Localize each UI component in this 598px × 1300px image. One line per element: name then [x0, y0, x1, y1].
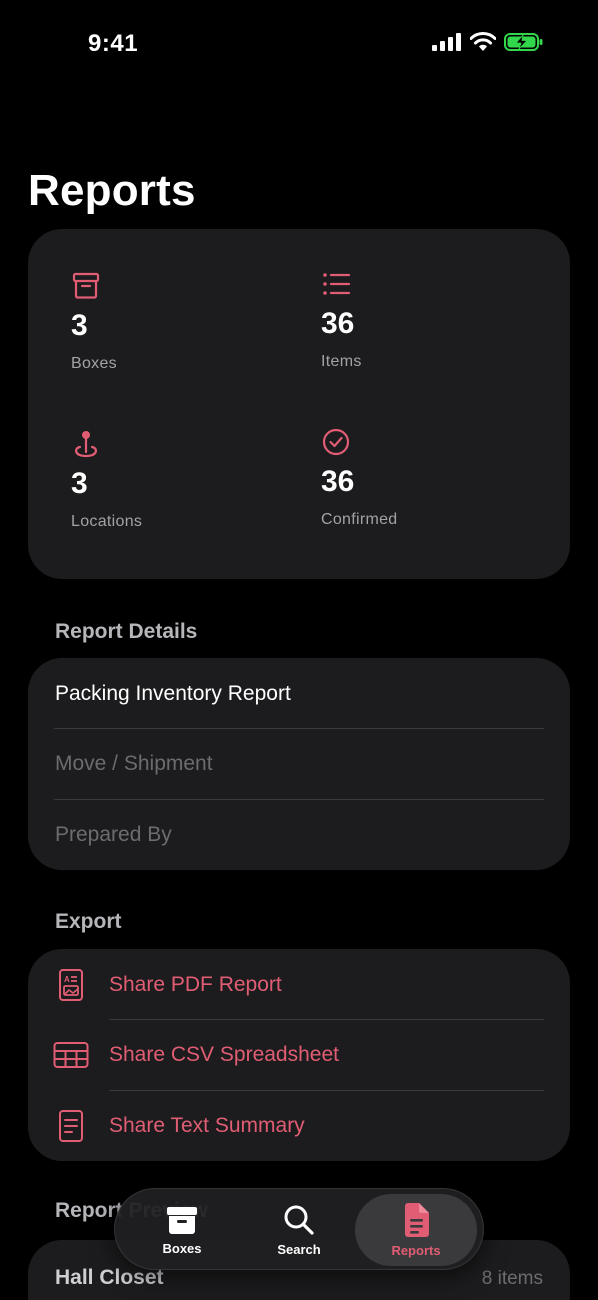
- tab-reports-label: Reports: [391, 1242, 441, 1258]
- tab-boxes[interactable]: Boxes: [121, 1194, 243, 1266]
- wifi-icon: [470, 32, 496, 51]
- share-csv-button[interactable]: Share CSV Spreadsheet: [28, 1020, 570, 1090]
- report-title-value: Packing Inventory Report: [55, 682, 291, 705]
- prepared-by-field[interactable]: Prepared By: [28, 800, 570, 870]
- status-icons: [432, 32, 544, 52]
- share-pdf-button[interactable]: A Share PDF Report: [28, 950, 570, 1020]
- stat-boxes-value: 3: [71, 309, 88, 342]
- share-pdf-label: Share PDF Report: [109, 973, 282, 996]
- preview-item-count: 8 items: [481, 1268, 543, 1289]
- archive-box-icon: [72, 272, 100, 299]
- tab-bar: Boxes Search Reports: [114, 1188, 484, 1270]
- stat-confirmed-label: Confirmed: [321, 511, 398, 528]
- stat-boxes-label: Boxes: [71, 355, 117, 372]
- share-text-button[interactable]: Share Text Summary: [28, 1091, 570, 1161]
- prepared-by-placeholder: Prepared By: [55, 823, 172, 846]
- preview-location-name: Hall Closet: [55, 1266, 164, 1289]
- stat-items: 36 Items: [321, 269, 541, 371]
- location-pin-icon: [75, 431, 97, 458]
- share-text-label: Share Text Summary: [109, 1114, 305, 1137]
- page-title: Reports: [28, 166, 196, 215]
- stat-items-value: 36: [321, 307, 355, 340]
- list-icon: [323, 273, 351, 295]
- stats-card: 3 Boxes 36 Items 3 Locations 36 Confirme…: [28, 229, 570, 579]
- stat-confirmed: 36 Confirmed: [321, 427, 541, 529]
- stat-locations-value: 3: [71, 467, 88, 500]
- stat-confirmed-value: 36: [321, 465, 355, 498]
- search-icon: [284, 1205, 314, 1235]
- stat-items-label: Items: [321, 353, 362, 370]
- status-bar: 9:41: [0, 0, 598, 90]
- status-time: 9:41: [88, 30, 139, 57]
- export-heading: Export: [55, 910, 122, 933]
- stat-locations-label: Locations: [71, 513, 143, 530]
- svg-text:A: A: [64, 975, 70, 984]
- archive-box-icon: [167, 1206, 197, 1234]
- pdf-document-icon: A: [52, 966, 90, 1004]
- share-csv-label: Share CSV Spreadsheet: [109, 1043, 339, 1066]
- move-shipment-field[interactable]: Move / Shipment: [28, 729, 570, 799]
- report-details-card: Packing Inventory Report Move / Shipment…: [28, 658, 570, 870]
- stat-boxes: 3 Boxes: [71, 271, 291, 373]
- stat-locations: 3 Locations: [71, 429, 291, 531]
- export-card: A Share PDF Report Share CSV Spreadsheet: [28, 949, 570, 1161]
- text-document-icon: [52, 1107, 90, 1145]
- document-icon: [405, 1202, 429, 1237]
- tab-boxes-label: Boxes: [162, 1240, 202, 1256]
- tab-search-label: Search: [277, 1241, 321, 1257]
- checkmark-circle-icon: [322, 428, 350, 456]
- tab-search[interactable]: Search: [238, 1194, 360, 1266]
- table-spreadsheet-icon: [52, 1036, 90, 1074]
- cellular-signal-icon: [432, 33, 461, 51]
- move-shipment-placeholder: Move / Shipment: [55, 752, 213, 775]
- battery-charging-icon: [504, 33, 543, 51]
- tab-reports[interactable]: Reports: [355, 1194, 477, 1266]
- report-details-heading: Report Details: [55, 620, 198, 643]
- report-title-field[interactable]: Packing Inventory Report: [28, 659, 570, 729]
